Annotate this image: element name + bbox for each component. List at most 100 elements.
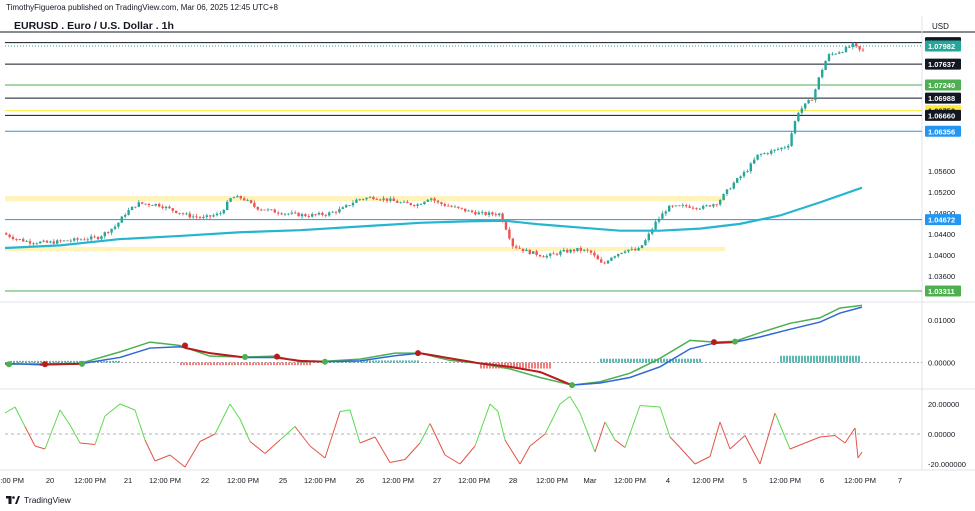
candle-body bbox=[270, 209, 273, 211]
candle-body bbox=[504, 221, 508, 230]
oscillator-segment bbox=[339, 409, 351, 412]
macd-bearish-segment bbox=[276, 356, 326, 363]
candle-body bbox=[232, 197, 236, 199]
time-tick-label: 12:00 PM bbox=[304, 476, 336, 485]
oscillator-segment bbox=[489, 403, 499, 412]
time-tick-label: 28 bbox=[509, 476, 517, 485]
oscillator-segment bbox=[709, 421, 721, 457]
candle-body bbox=[841, 52, 844, 53]
chart-frame: TimothyFigueroa published on TradingView… bbox=[0, 0, 975, 511]
candle-body bbox=[542, 256, 545, 258]
chart-canvas[interactable]: 1.056001.052001.048001.044001.040001.036… bbox=[0, 0, 975, 511]
macd-histogram-bar bbox=[255, 362, 257, 366]
macd-histogram-bar bbox=[192, 362, 194, 366]
candle-body bbox=[385, 198, 389, 201]
candle-body bbox=[620, 252, 623, 254]
macd-histogram-bar bbox=[219, 362, 221, 366]
candle-body bbox=[35, 243, 38, 245]
candle-body bbox=[209, 215, 212, 217]
candle-body bbox=[192, 216, 195, 218]
candle-body bbox=[562, 250, 565, 252]
macd-histogram-bar bbox=[267, 362, 269, 366]
macd-histogram-bar bbox=[549, 362, 551, 369]
candle-body bbox=[450, 205, 453, 207]
macd-histogram-bar bbox=[639, 358, 641, 363]
macd-histogram-bar bbox=[819, 355, 821, 363]
macd-histogram-bar bbox=[300, 362, 302, 366]
candle-body bbox=[855, 43, 858, 47]
candle-body bbox=[521, 248, 525, 252]
oscillator-segment bbox=[359, 436, 376, 444]
candle-body bbox=[793, 121, 797, 134]
macd-histogram-bar bbox=[198, 362, 200, 366]
candle-body bbox=[365, 197, 368, 200]
candle-body bbox=[508, 229, 511, 239]
time-tick-label: 12:00 PM bbox=[692, 476, 724, 485]
oscillator-segment bbox=[819, 435, 836, 438]
candle-body bbox=[375, 199, 378, 200]
candle-body bbox=[402, 201, 406, 203]
macd-histogram-bar bbox=[681, 358, 683, 363]
candle-body bbox=[515, 246, 518, 248]
candle-body bbox=[188, 213, 191, 218]
candle-body bbox=[729, 188, 732, 190]
time-tick-label: 6 bbox=[820, 476, 824, 485]
time-tick-label: 12:00 PM bbox=[0, 476, 24, 485]
macd-histogram-bar bbox=[696, 358, 698, 363]
candle-body bbox=[219, 213, 222, 215]
macd-histogram-bar bbox=[663, 358, 665, 363]
candle-body bbox=[487, 212, 491, 215]
candle-body bbox=[283, 213, 287, 215]
macd-histogram-bar bbox=[606, 358, 608, 363]
macd-histogram-bar bbox=[825, 355, 827, 363]
tradingview-brand: TradingView bbox=[6, 495, 71, 505]
oscillator-tick-label: 0.00000 bbox=[928, 430, 955, 439]
macd-histogram-bar bbox=[633, 358, 635, 363]
time-tick-label: 12:00 PM bbox=[227, 476, 259, 485]
oscillator-segment bbox=[639, 405, 661, 408]
time-tick-label: 7 bbox=[898, 476, 902, 485]
candle-body bbox=[545, 255, 548, 258]
candle-body bbox=[5, 233, 8, 235]
macd-histogram-bar bbox=[384, 360, 386, 363]
candle-body bbox=[827, 54, 831, 61]
candlestick-series bbox=[5, 42, 865, 265]
candle-body bbox=[124, 214, 127, 217]
macd-histogram-bar bbox=[801, 355, 803, 363]
oscillator-segment bbox=[804, 436, 821, 444]
price-level-label: 1.06660 bbox=[928, 111, 955, 120]
candle-body bbox=[243, 198, 246, 201]
candle-body bbox=[334, 211, 338, 213]
candle-body bbox=[623, 251, 627, 253]
oscillator-segment bbox=[144, 439, 156, 462]
time-tick-label: 27 bbox=[433, 476, 441, 485]
candle-body bbox=[640, 245, 644, 249]
macd-histogram-bar bbox=[807, 355, 809, 363]
oscillator-segment bbox=[604, 421, 616, 441]
candle-body bbox=[287, 213, 290, 215]
price-tick-label: 1.05600 bbox=[928, 167, 955, 176]
macd-histogram-bar bbox=[525, 362, 527, 369]
macd-histogram-bar bbox=[534, 362, 536, 369]
macd-histogram-bar bbox=[624, 358, 626, 363]
candle-body bbox=[226, 201, 229, 210]
oscillator-segment bbox=[569, 396, 581, 414]
candle-body bbox=[773, 149, 776, 151]
oscillator-segment bbox=[744, 435, 761, 465]
candle-body bbox=[627, 249, 630, 252]
candle-body bbox=[399, 202, 402, 204]
oscillator-segment bbox=[34, 445, 46, 450]
time-tick-label: 26 bbox=[356, 476, 364, 485]
macd-histogram-bar bbox=[804, 355, 806, 363]
candle-body bbox=[457, 206, 460, 208]
macd-histogram-bar bbox=[603, 358, 605, 363]
candle-body bbox=[759, 154, 763, 155]
candle-body bbox=[56, 240, 59, 244]
macd-histogram-bar bbox=[846, 355, 848, 363]
macd-histogram-bar bbox=[528, 362, 530, 369]
macd-histogram-bar bbox=[303, 362, 305, 366]
candle-body bbox=[464, 208, 467, 212]
macd-histogram-bar bbox=[813, 355, 815, 363]
candle-body bbox=[630, 248, 633, 250]
candle-body bbox=[107, 232, 110, 233]
